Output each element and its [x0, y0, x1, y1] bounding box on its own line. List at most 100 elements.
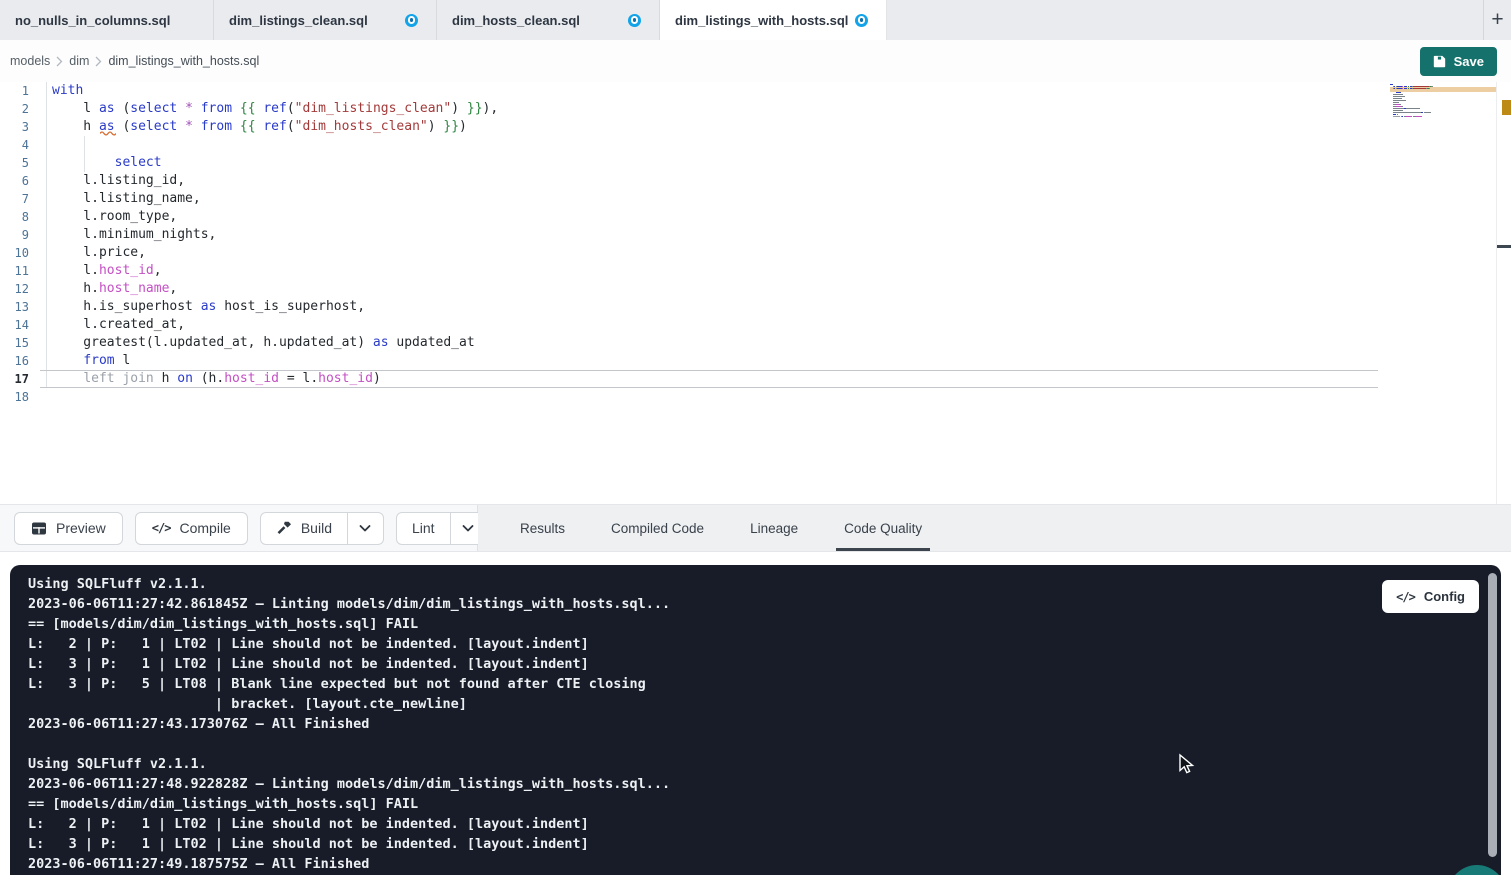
code-line: l.listing_id,	[52, 172, 498, 190]
save-button[interactable]: Save	[1420, 47, 1497, 76]
line-number: 9	[0, 226, 40, 244]
breadcrumb-item[interactable]: dim_listings_with_hosts.sql	[108, 54, 259, 68]
minimap-token	[1429, 88, 1430, 89]
hammer-icon	[276, 520, 292, 536]
compile-label: Compile	[179, 520, 230, 536]
minimap[interactable]	[1390, 84, 1437, 120]
editor-tab-3[interactable]: dim_hosts_clean.sql	[437, 0, 660, 40]
breadcrumb-bar: models dim dim_listings_with_hosts.sql Sav…	[0, 40, 1511, 82]
minimap-token	[1424, 112, 1432, 113]
build-label: Build	[301, 520, 332, 536]
minimap-line	[1390, 86, 1437, 87]
code-content[interactable]: with l as (select * from {{ ref("dim_lis…	[52, 82, 498, 406]
tab-label: dim_listings_clean.sql	[229, 13, 368, 28]
minimap-token	[1413, 88, 1426, 89]
minimap-token	[1393, 100, 1406, 101]
minimap-line	[1390, 116, 1437, 117]
code-line: l.room_type,	[52, 208, 498, 226]
minimap-line	[1390, 118, 1437, 119]
line-number: 17	[0, 370, 40, 388]
code-line: with	[52, 82, 498, 100]
breadcrumb-item[interactable]: dim	[69, 54, 89, 68]
build-button[interactable]: Build	[261, 513, 347, 544]
breadcrumb-item[interactable]: models	[10, 54, 50, 68]
code-line: h.host_name,	[52, 280, 498, 298]
minimap-token	[1402, 106, 1403, 107]
minimap-token	[1393, 102, 1399, 103]
terminal-scrollbar[interactable]	[1488, 573, 1497, 857]
line-number: 18	[0, 388, 40, 406]
save-floppy-icon	[1433, 55, 1446, 68]
minimap-token	[1393, 96, 1405, 97]
line-number: 4	[0, 136, 40, 154]
minimap-token	[1397, 114, 1398, 115]
minimap-token	[1413, 86, 1429, 87]
modified-dot-core	[860, 18, 864, 22]
modified-dot-core	[410, 18, 414, 22]
code-line: l.price,	[52, 244, 498, 262]
terminal-output-text: Using SQLFluff v2.1.1. 2023-06-06T11:27:…	[10, 565, 1501, 874]
overview-ruler	[1496, 82, 1497, 504]
tab-code-quality[interactable]: Code Quality	[844, 505, 922, 551]
line-number: 8	[0, 208, 40, 226]
minimap-line	[1390, 98, 1437, 99]
compile-button[interactable]: </>Compile	[135, 512, 248, 545]
modified-indicator-icon	[855, 14, 868, 27]
tab-label: dim_listings_with_hosts.sql	[675, 13, 848, 28]
minimap-token	[1393, 116, 1400, 117]
code-line	[52, 136, 498, 154]
config-button[interactable]: </> Config	[1382, 580, 1479, 613]
chevron-down-icon	[359, 525, 371, 532]
save-label: Save	[1454, 54, 1484, 69]
code-line: l.created_at,	[52, 316, 498, 334]
tab-compiled-code[interactable]: Compiled Code	[611, 505, 704, 551]
config-label: Config	[1424, 589, 1465, 604]
code-line: from l	[52, 352, 498, 370]
indent-guide	[46, 82, 47, 388]
editor-tab-2[interactable]: dim_listings_clean.sql	[214, 0, 437, 40]
overview-ruler-cursor-marker	[1497, 245, 1511, 248]
line-number: 15	[0, 334, 40, 352]
lint-button[interactable]: Lint	[397, 513, 450, 544]
chevron-right-icon	[56, 56, 63, 67]
minimap-token	[1421, 116, 1422, 117]
preview-button[interactable]: Preview	[14, 512, 123, 545]
minimap-token	[1393, 108, 1404, 109]
minimap-line	[1390, 110, 1437, 111]
modified-dot-core	[633, 18, 637, 22]
minimap-token	[1393, 112, 1421, 113]
code-line: l.listing_name,	[52, 190, 498, 208]
overview-ruler-warning-marker	[1502, 100, 1511, 115]
code-line: l.minimum_nights,	[52, 226, 498, 244]
chevron-right-icon	[95, 56, 102, 67]
tab-results[interactable]: Results	[520, 505, 565, 551]
line-number: 6	[0, 172, 40, 190]
code-line: greatest(l.updated_at, h.updated_at) as …	[52, 334, 498, 352]
line-number: 13	[0, 298, 40, 316]
new-tab-button[interactable]: +	[1483, 0, 1511, 40]
minimap-line	[1390, 104, 1437, 105]
minimap-line	[1390, 96, 1437, 97]
minimap-token	[1396, 92, 1401, 93]
line-number: 14	[0, 316, 40, 334]
line-number: 5	[0, 154, 40, 172]
code-brackets-icon: </>	[1396, 590, 1415, 604]
code-line: l.host_id,	[52, 262, 498, 280]
lint-split-button: Lint	[396, 512, 487, 545]
build-dropdown-button[interactable]	[347, 513, 383, 544]
result-tabs-group: Results Compiled Code Lineage Code Quality	[478, 505, 1511, 551]
minimap-line	[1390, 112, 1437, 113]
line-number: 1	[0, 82, 40, 100]
code-line: h as (select * from {{ ref("dim_hosts_cl…	[52, 118, 498, 136]
minimap-token	[1431, 86, 1433, 87]
table-icon	[31, 521, 47, 536]
tab-lineage[interactable]: Lineage	[750, 505, 798, 551]
preview-label: Preview	[56, 520, 106, 536]
tab-label: no_nulls_in_columns.sql	[15, 13, 170, 28]
code-editor[interactable]: 123456789101112131415161718 with l as (s…	[0, 82, 1511, 504]
line-number: 10	[0, 244, 40, 262]
editor-tab-1[interactable]: no_nulls_in_columns.sql	[0, 0, 214, 40]
minimap-token	[1393, 110, 1403, 111]
editor-tab-4[interactable]: dim_listings_with_hosts.sql	[660, 0, 887, 40]
minimap-line	[1390, 108, 1437, 109]
